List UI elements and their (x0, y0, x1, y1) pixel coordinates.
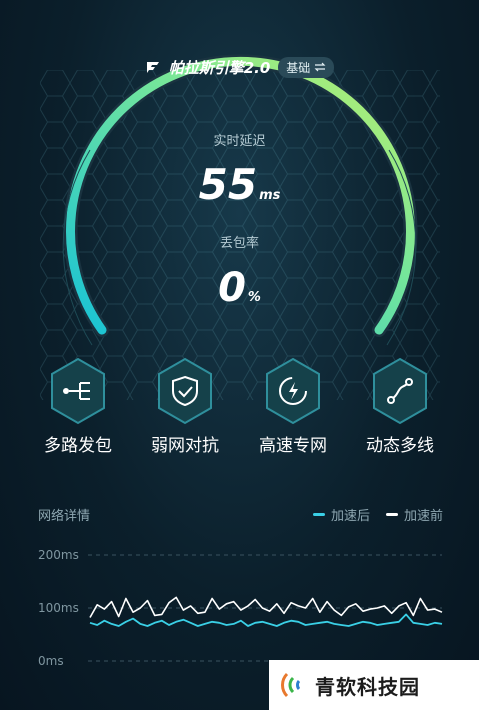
latency-label: 实时延迟 (213, 134, 266, 149)
series-line-after (89, 613, 443, 627)
mode-switch-button[interactable]: 基础 (278, 56, 335, 78)
legend-before: 加速前 (385, 505, 443, 524)
feature-label: 弱网对抗 (151, 436, 219, 456)
network-details-title: 网络详情 (38, 509, 91, 524)
legend-after-label: 加速后 (330, 509, 370, 524)
swap-icon (314, 62, 326, 72)
latency-unit: ms (259, 188, 281, 203)
multipath-icon (51, 357, 105, 425)
feature-multipath[interactable]: 多路发包 (28, 355, 128, 456)
chart-legend: 加速后 加速前 (312, 505, 443, 524)
loss-readout: 0% (0, 265, 479, 311)
engine-logo-icon (146, 62, 159, 73)
feature-label: 高速专网 (259, 436, 327, 456)
shield-check-icon (158, 357, 212, 425)
feature-weak-network[interactable]: 弱网对抗 (135, 355, 235, 456)
watermark-logo-icon (281, 672, 301, 698)
legend-before-swatch (385, 513, 398, 516)
feature-label: 多路发包 (44, 436, 112, 456)
legend-before-label: 加速前 (403, 509, 443, 524)
loss-label: 丢包率 (219, 236, 259, 251)
legend-after-swatch (312, 513, 325, 516)
watermark-text: 青软科技园 (315, 674, 420, 699)
loss-value: 0 (218, 265, 246, 311)
series-line-before (89, 596, 443, 618)
feature-high-speed[interactable]: 高速专网 (243, 355, 343, 456)
latency-value: 55 (198, 160, 258, 209)
engine-title: 帕拉斯引擎2.0 (168, 58, 271, 77)
dynamic-route-icon (373, 357, 427, 425)
loss-unit: % (247, 290, 261, 305)
feature-dynamic-route[interactable]: 动态多线 (350, 355, 450, 456)
legend-after: 加速后 (312, 505, 370, 524)
feature-label: 动态多线 (366, 436, 434, 456)
engine-header: 帕拉斯引擎2.0 基础 (0, 52, 479, 82)
lightning-icon (266, 357, 320, 425)
latency-readout: 55 ms (0, 160, 479, 209)
watermark: 青软科技园 (269, 660, 479, 710)
mode-label: 基础 (286, 60, 311, 75)
